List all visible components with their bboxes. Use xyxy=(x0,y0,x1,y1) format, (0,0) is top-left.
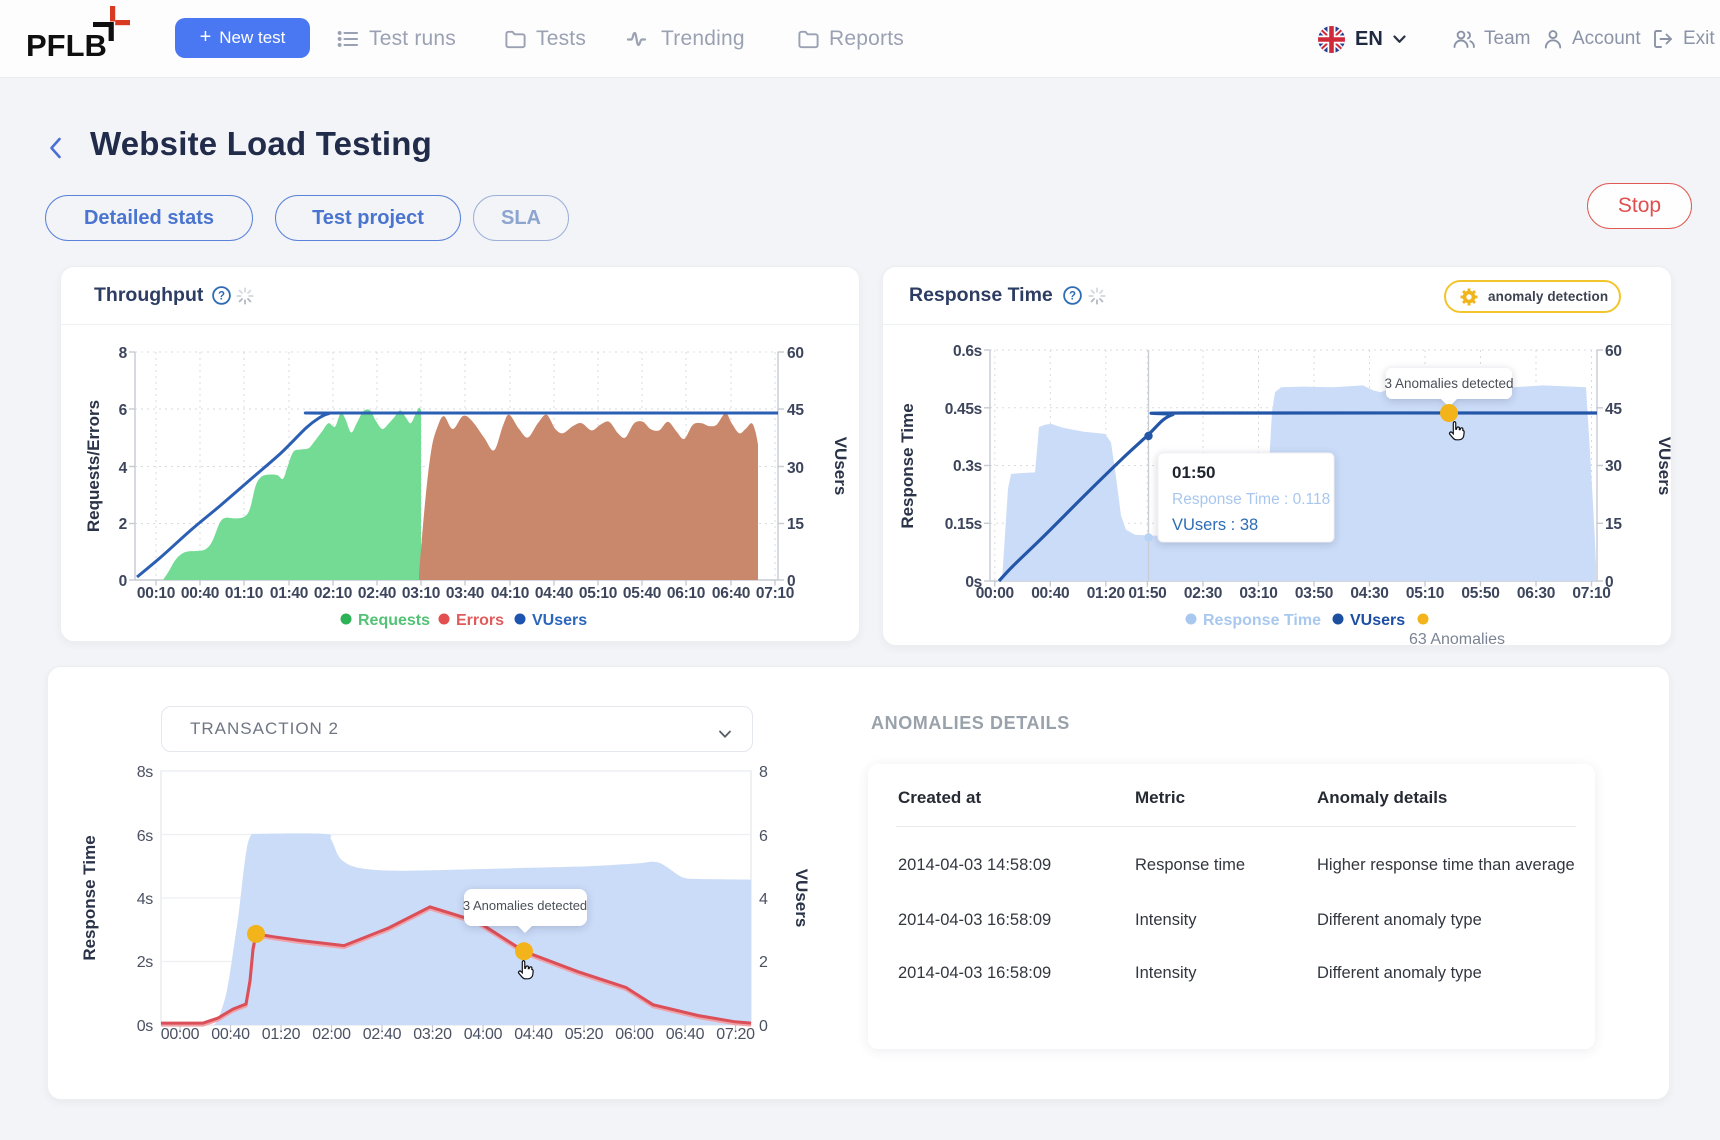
svg-text:0: 0 xyxy=(1605,574,1613,591)
svg-text:2: 2 xyxy=(119,516,127,533)
svg-text:3 Anomalies detected: 3 Anomalies detected xyxy=(1384,376,1513,391)
svg-text:06:40: 06:40 xyxy=(712,585,750,602)
svg-text:01:10: 01:10 xyxy=(225,585,263,602)
svg-text:0.15s: 0.15s xyxy=(945,516,982,533)
svg-text:VUsers: VUsers xyxy=(792,869,811,928)
svg-text:8: 8 xyxy=(119,345,128,362)
svg-text:02:10: 02:10 xyxy=(314,585,352,602)
svg-text:?: ? xyxy=(1069,291,1076,303)
svg-text:01:50: 01:50 xyxy=(1172,463,1215,482)
svg-text:0.3s: 0.3s xyxy=(953,458,982,475)
svg-text:05:50: 05:50 xyxy=(1461,585,1499,602)
svg-text:30: 30 xyxy=(1605,458,1622,475)
svg-text:02:40: 02:40 xyxy=(358,585,396,602)
svg-text:4: 4 xyxy=(119,460,128,477)
svg-text:45: 45 xyxy=(1605,401,1622,418)
svg-text:8s: 8s xyxy=(137,764,154,781)
svg-text:05:40: 05:40 xyxy=(623,585,661,602)
svg-text:4s: 4s xyxy=(137,891,154,908)
svg-text:Requests: Requests xyxy=(358,612,430,629)
svg-text:3 Anomalies detected: 3 Anomalies detected xyxy=(463,898,587,913)
svg-text:60: 60 xyxy=(1605,343,1622,360)
svg-text:01:20: 01:20 xyxy=(1087,585,1125,602)
svg-text:Errors: Errors xyxy=(456,612,504,629)
svg-text:6: 6 xyxy=(119,402,128,419)
svg-text:Response Time: Response Time xyxy=(1203,612,1321,629)
svg-text:Response Time: Response Time xyxy=(80,835,99,960)
svg-text:03:50: 03:50 xyxy=(1295,585,1333,602)
svg-text:45: 45 xyxy=(787,402,804,419)
svg-text:VUsers: VUsers xyxy=(1655,437,1673,496)
svg-text:0s: 0s xyxy=(137,1018,154,1035)
svg-text:05:10: 05:10 xyxy=(579,585,617,602)
svg-text:0: 0 xyxy=(759,1018,768,1035)
svg-text:63 Anomalies: 63 Anomalies xyxy=(1409,631,1505,647)
svg-text:00:40: 00:40 xyxy=(181,585,219,602)
svg-text:02:30: 02:30 xyxy=(1184,585,1222,602)
svg-text:Response Time : 0.118: Response Time : 0.118 xyxy=(1172,491,1330,508)
svg-text:4: 4 xyxy=(759,891,768,908)
svg-text:03:10: 03:10 xyxy=(402,585,440,602)
svg-text:15: 15 xyxy=(787,516,804,533)
svg-text:0: 0 xyxy=(119,573,127,590)
svg-text:6: 6 xyxy=(759,828,768,845)
svg-text:03:40: 03:40 xyxy=(446,585,484,602)
svg-text:Requests/Errors: Requests/Errors xyxy=(84,400,103,532)
svg-text:05:10: 05:10 xyxy=(1406,585,1444,602)
svg-text:06:30: 06:30 xyxy=(1517,585,1555,602)
svg-text:VUsers: VUsers xyxy=(831,437,850,496)
svg-text:06:10: 06:10 xyxy=(667,585,705,602)
svg-text:01:40: 01:40 xyxy=(270,585,308,602)
svg-text:2s: 2s xyxy=(137,954,154,971)
svg-text:04:30: 04:30 xyxy=(1350,585,1388,602)
svg-text:04:10: 04:10 xyxy=(491,585,529,602)
svg-text:03:10: 03:10 xyxy=(1239,585,1277,602)
svg-text:Response Time: Response Time xyxy=(898,403,917,528)
svg-text:VUsers: VUsers xyxy=(532,612,587,629)
svg-text:0: 0 xyxy=(787,573,795,590)
svg-text:00:40: 00:40 xyxy=(1031,585,1069,602)
svg-text:01:50: 01:50 xyxy=(1128,585,1166,602)
svg-text:0.6s: 0.6s xyxy=(953,343,982,360)
svg-text:VUsers: VUsers xyxy=(1350,612,1405,629)
svg-text:6s: 6s xyxy=(137,828,154,845)
svg-text:8: 8 xyxy=(759,764,768,781)
svg-text:0s: 0s xyxy=(965,574,982,591)
svg-text:60: 60 xyxy=(787,345,804,362)
svg-text:0.45s: 0.45s xyxy=(945,401,982,418)
svg-text:30: 30 xyxy=(787,460,804,477)
svg-text:04:40: 04:40 xyxy=(535,585,573,602)
svg-text:VUsers : 38: VUsers : 38 xyxy=(1172,516,1258,534)
svg-text:00:10: 00:10 xyxy=(137,585,175,602)
svg-text:15: 15 xyxy=(1605,516,1622,533)
svg-text:?: ? xyxy=(218,291,225,303)
svg-text:2: 2 xyxy=(759,954,768,971)
